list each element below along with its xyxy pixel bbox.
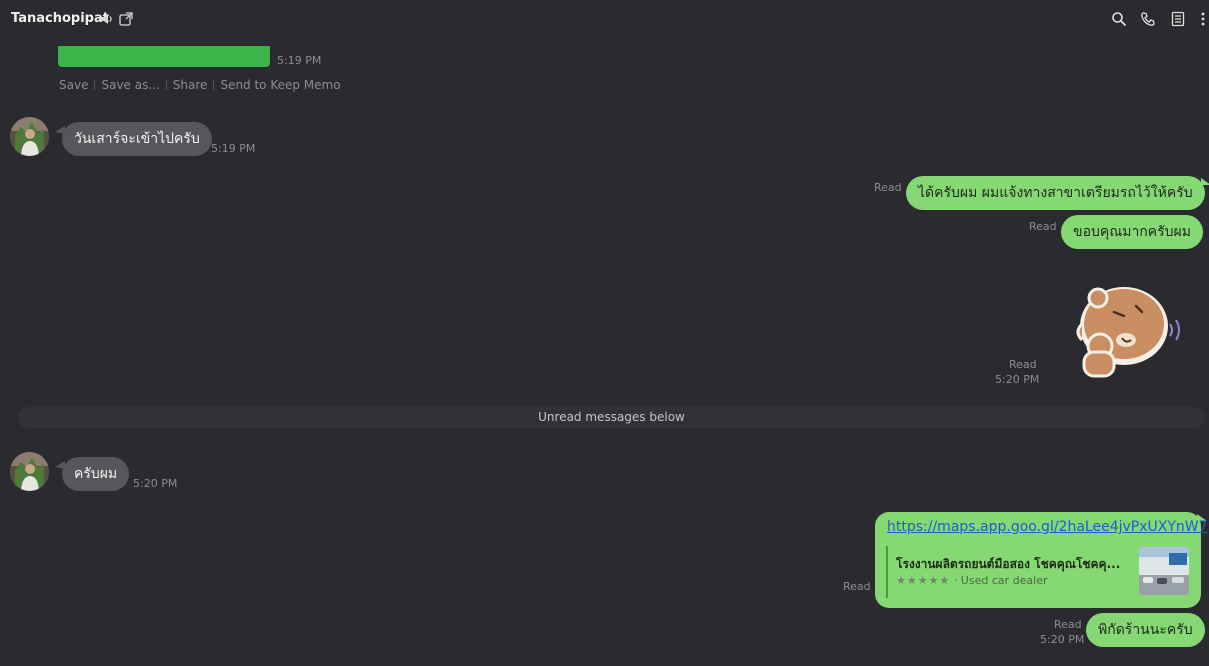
message-time: 5:19 PM [277,54,322,67]
speaker-icon[interactable] [99,11,115,27]
unread-divider: Unread messages below [18,407,1205,428]
incoming-message[interactable]: ครับผม [55,457,130,491]
message-time: 5:20 PM [1040,633,1085,646]
message-text: พิกัดร้านนะครับ [1098,622,1193,638]
save-as-link[interactable]: Save as... [101,78,159,92]
message-time: 5:20 PM [995,373,1040,386]
read-receipt: Read [874,181,902,194]
file-actions: Save Save as... Share Send to Keep Memo [59,78,341,92]
search-icon[interactable] [1111,11,1127,27]
map-link[interactable]: https://maps.app.goo.gl/2haLee4jvPxUXYnW… [887,519,1208,535]
outgoing-message[interactable]: ขอบคุณมากครับผม [1061,215,1203,249]
notes-icon[interactable] [1170,11,1186,27]
bubble-tail [55,126,65,134]
chat-title[interactable]: Tanachopipat [11,11,109,26]
read-receipt: Read [1029,220,1057,233]
avatar[interactable] [10,452,49,491]
link-preview-thumbnail [1139,547,1189,595]
message-time: 5:20 PM [133,477,178,490]
share-link[interactable]: Share [173,78,208,92]
bubble-tail [55,461,65,469]
link-preview-subtitle: ★★★★★ · Used car dealer [896,574,1047,587]
read-receipt: Read [1009,358,1037,371]
action-separator [94,80,96,90]
avatar[interactable] [10,117,49,156]
read-receipt: Read [843,580,871,593]
message-text: ได้ครับผม ผมแจ้งทางสาขาเตรียมรถไว้ให้ครั… [918,185,1193,201]
action-separator [213,80,215,90]
phone-icon[interactable] [1140,11,1156,27]
read-receipt: Read [1054,618,1082,631]
bear-sticker[interactable] [1070,276,1185,382]
link-message[interactable]: https://maps.app.goo.gl/2haLee4jvPxUXYnW… [875,512,1208,608]
save-link[interactable]: Save [59,78,88,92]
incoming-message[interactable]: วันเสาร์จะเข้าไปครับ [55,122,212,156]
more-icon[interactable] [1195,11,1209,27]
message-text: ครับผม [74,466,118,482]
outgoing-message[interactable]: ได้ครับผม ผมแจ้งทางสาขาเตรียมรถไว้ให้ครั… [906,176,1209,210]
popout-icon[interactable] [118,11,134,27]
send-to-keep-memo-link[interactable]: Send to Keep Memo [220,78,340,92]
chat-header: Tanachopipat [0,0,1209,38]
link-preview-title: โรงงานผลิตรถยนต์มือสอง โชคคุณโชคคุ... [896,557,1121,571]
file-attachment[interactable] [58,46,270,67]
place-category: · Used car dealer [953,574,1048,587]
outgoing-message[interactable]: พิกัดร้านนะครับ [1086,613,1205,647]
message-text: วันเสาร์จะเข้าไปครับ [74,131,200,147]
rating-stars: ★★★★★ [896,574,951,587]
link-preview-card[interactable]: โรงงานผลิตรถยนต์มือสอง โชคคุณโชคคุ... ★★… [886,546,1192,598]
bubble-tail [1200,178,1209,185]
message-time: 5:19 PM [211,142,256,155]
action-separator [165,80,167,90]
message-text: ขอบคุณมากครับผม [1073,224,1191,240]
